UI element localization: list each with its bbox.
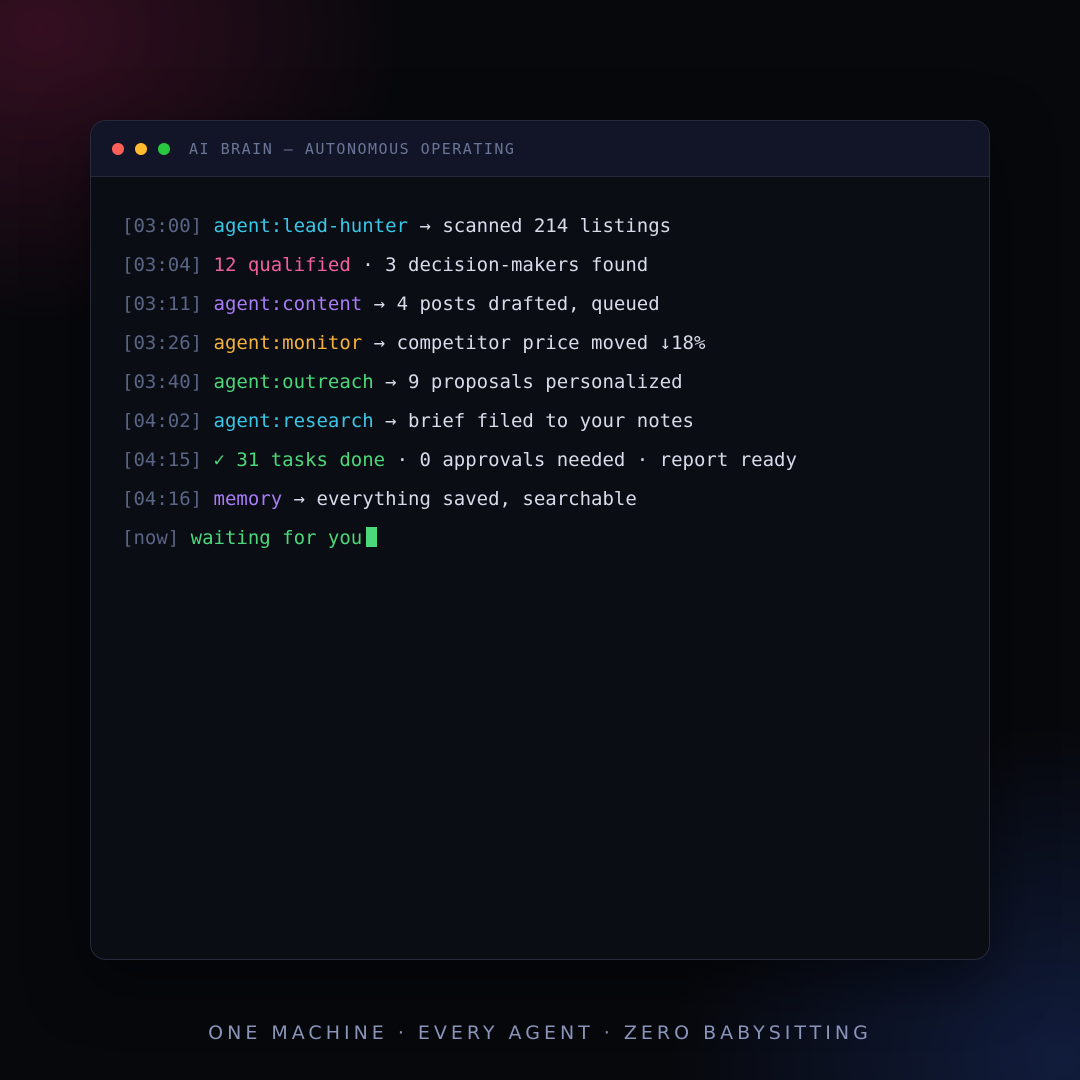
log-source: agent:research <box>213 410 374 432</box>
log-message: 9 proposals personalized <box>408 371 683 393</box>
log-source: memory <box>213 488 283 510</box>
log-separator: → <box>373 410 409 432</box>
log-separator: → <box>408 215 443 237</box>
prompt-line: [now] waiting for you <box>122 519 989 558</box>
terminal-cursor[interactable] <box>366 527 378 547</box>
log-separator: → <box>373 371 409 393</box>
terminal-log: [03:00] agent:lead-hunter → scanned 214 … <box>91 177 989 558</box>
minimize-window-button[interactable] <box>135 142 147 155</box>
log-line: [03:40] agent:outreach → 9 proposals per… <box>122 363 989 402</box>
terminal-window: AI BRAIN — AUTONOMOUS OPERATING [03:00] … <box>90 120 990 960</box>
log-message: 0 approvals needed · report ready <box>419 449 797 471</box>
log-line: [04:02] agent:research → brief filed to … <box>122 402 989 441</box>
log-timestamp: [03:04] <box>122 254 203 276</box>
tagline: ONE MACHINE · EVERY AGENT · ZERO BABYSIT… <box>208 1022 872 1044</box>
log-source: agent:content <box>213 293 363 315</box>
log-source: agent:lead-hunter <box>213 215 408 237</box>
log-message: competitor price moved ↓18% <box>396 332 706 354</box>
log-separator: → <box>282 488 317 510</box>
log-timestamp: [04:02] <box>122 410 203 432</box>
log-line: [03:11] agent:content → 4 posts drafted,… <box>122 285 989 324</box>
log-timestamp: [04:15] <box>122 449 203 471</box>
log-timestamp: [03:40] <box>122 371 203 393</box>
log-source: ✓ 31 tasks done <box>213 449 386 471</box>
log-line: [03:00] agent:lead-hunter → scanned 214 … <box>122 207 989 246</box>
log-timestamp: [03:11] <box>122 293 203 315</box>
log-line: [04:15] ✓ 31 tasks done · 0 approvals ne… <box>122 441 989 480</box>
log-line: [03:26] agent:monitor → competitor price… <box>122 324 989 363</box>
log-separator: · <box>385 449 420 471</box>
log-line: [03:04] 12 qualified · 3 decision-makers… <box>122 246 989 285</box>
log-source: agent:outreach <box>213 371 374 393</box>
log-separator: · <box>350 254 386 276</box>
title-bar: AI BRAIN — AUTONOMOUS OPERATING <box>91 121 989 177</box>
log-message: scanned 214 listings <box>442 215 672 237</box>
log-message: 4 posts drafted, queued <box>396 293 660 315</box>
log-message: brief filed to your notes <box>408 410 694 432</box>
log-message: 3 decision-makers found <box>385 254 649 276</box>
log-separator: → <box>362 332 397 354</box>
log-timestamp: [03:26] <box>122 332 203 354</box>
log-timestamp: [04:16] <box>122 488 203 510</box>
log-line: [04:16] memory → everything saved, searc… <box>122 480 989 519</box>
log-separator: → <box>362 293 397 315</box>
log-message: everything saved, searchable <box>316 488 637 510</box>
log-timestamp: [now] <box>122 527 180 549</box>
log-source: agent:monitor <box>213 332 363 354</box>
close-window-button[interactable] <box>112 142 124 155</box>
maximize-window-button[interactable] <box>158 142 170 155</box>
window-title: AI BRAIN — AUTONOMOUS OPERATING <box>189 139 516 158</box>
log-timestamp: [03:00] <box>122 215 203 237</box>
log-source: waiting for you <box>190 527 363 549</box>
log-source: 12 qualified <box>213 254 351 276</box>
